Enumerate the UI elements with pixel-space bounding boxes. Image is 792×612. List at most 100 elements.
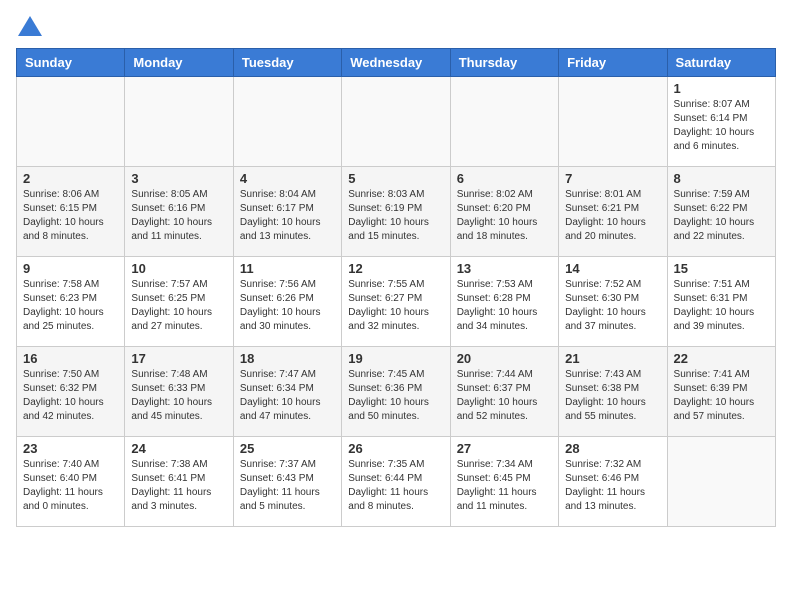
calendar-week-row: 16 Sunrise: 7:50 AM Sunset: 6:32 PM Dayli…: [17, 347, 776, 437]
calendar-cell: 10 Sunrise: 7:57 AM Sunset: 6:25 PM Dayli…: [125, 257, 233, 347]
day-info: Sunrise: 7:32 AM Sunset: 6:46 PM Dayligh…: [565, 458, 660, 514]
day-number: 21: [565, 351, 660, 366]
calendar-week-row: 9 Sunrise: 7:58 AM Sunset: 6:23 PM Daylig…: [17, 257, 776, 347]
day-info: Sunrise: 8:05 AM Sunset: 6:16 PM Dayligh…: [131, 188, 226, 244]
day-number: 16: [23, 351, 118, 366]
calendar-cell: 9 Sunrise: 7:58 AM Sunset: 6:23 PM Daylig…: [17, 257, 125, 347]
calendar-cell: 27 Sunrise: 7:34 AM Sunset: 6:45 PM Dayli…: [450, 437, 558, 527]
day-info: Sunrise: 7:48 AM Sunset: 6:33 PM Dayligh…: [131, 368, 226, 424]
day-number: 5: [348, 171, 443, 186]
day-info: Sunrise: 7:44 AM Sunset: 6:37 PM Dayligh…: [457, 368, 552, 424]
day-info: Sunrise: 8:01 AM Sunset: 6:21 PM Dayligh…: [565, 188, 660, 244]
logo-icon: [18, 16, 42, 36]
calendar-week-row: 1 Sunrise: 8:07 AM Sunset: 6:14 PM Daylig…: [17, 77, 776, 167]
calendar-cell: 24 Sunrise: 7:38 AM Sunset: 6:41 PM Dayli…: [125, 437, 233, 527]
day-info: Sunrise: 8:02 AM Sunset: 6:20 PM Dayligh…: [457, 188, 552, 244]
header-monday: Monday: [125, 49, 233, 77]
day-number: 2: [23, 171, 118, 186]
day-info: Sunrise: 7:34 AM Sunset: 6:45 PM Dayligh…: [457, 458, 552, 514]
calendar-cell: 16 Sunrise: 7:50 AM Sunset: 6:32 PM Dayli…: [17, 347, 125, 437]
day-number: 7: [565, 171, 660, 186]
day-info: Sunrise: 7:51 AM Sunset: 6:31 PM Dayligh…: [674, 278, 769, 334]
day-info: Sunrise: 7:57 AM Sunset: 6:25 PM Dayligh…: [131, 278, 226, 334]
day-number: 27: [457, 441, 552, 456]
day-info: Sunrise: 7:59 AM Sunset: 6:22 PM Dayligh…: [674, 188, 769, 244]
calendar-cell: 15 Sunrise: 7:51 AM Sunset: 6:31 PM Dayli…: [667, 257, 775, 347]
header-thursday: Thursday: [450, 49, 558, 77]
calendar-cell: 26 Sunrise: 7:35 AM Sunset: 6:44 PM Dayli…: [342, 437, 450, 527]
day-number: 24: [131, 441, 226, 456]
calendar-cell: [559, 77, 667, 167]
calendar-cell: [667, 437, 775, 527]
calendar-cell: 14 Sunrise: 7:52 AM Sunset: 6:30 PM Dayli…: [559, 257, 667, 347]
day-info: Sunrise: 8:03 AM Sunset: 6:19 PM Dayligh…: [348, 188, 443, 244]
day-info: Sunrise: 7:58 AM Sunset: 6:23 PM Dayligh…: [23, 278, 118, 334]
calendar-cell: 3 Sunrise: 8:05 AM Sunset: 6:16 PM Daylig…: [125, 167, 233, 257]
day-number: 15: [674, 261, 769, 276]
header-wednesday: Wednesday: [342, 49, 450, 77]
day-info: Sunrise: 8:07 AM Sunset: 6:14 PM Dayligh…: [674, 98, 769, 154]
day-info: Sunrise: 7:45 AM Sunset: 6:36 PM Dayligh…: [348, 368, 443, 424]
header-saturday: Saturday: [667, 49, 775, 77]
calendar-cell: 22 Sunrise: 7:41 AM Sunset: 6:39 PM Dayli…: [667, 347, 775, 437]
day-info: Sunrise: 7:41 AM Sunset: 6:39 PM Dayligh…: [674, 368, 769, 424]
page-header: [16, 16, 776, 36]
day-number: 12: [348, 261, 443, 276]
day-number: 19: [348, 351, 443, 366]
day-info: Sunrise: 7:47 AM Sunset: 6:34 PM Dayligh…: [240, 368, 335, 424]
day-number: 11: [240, 261, 335, 276]
calendar-cell: 28Sunrise: 7:32 AM Sunset: 6:46 PM Dayli…: [559, 437, 667, 527]
day-number: 14: [565, 261, 660, 276]
day-number: 4: [240, 171, 335, 186]
calendar-table: SundayMondayTuesdayWednesdayThursdayFrid…: [16, 48, 776, 527]
day-info: Sunrise: 7:37 AM Sunset: 6:43 PM Dayligh…: [240, 458, 335, 514]
day-info: Sunrise: 7:50 AM Sunset: 6:32 PM Dayligh…: [23, 368, 118, 424]
calendar-cell: [450, 77, 558, 167]
day-info: Sunrise: 8:06 AM Sunset: 6:15 PM Dayligh…: [23, 188, 118, 244]
calendar-cell: 6 Sunrise: 8:02 AM Sunset: 6:20 PM Daylig…: [450, 167, 558, 257]
day-info: Sunrise: 7:35 AM Sunset: 6:44 PM Dayligh…: [348, 458, 443, 514]
day-info: Sunrise: 7:40 AM Sunset: 6:40 PM Dayligh…: [23, 458, 118, 514]
calendar-cell: 25Sunrise: 7:37 AM Sunset: 6:43 PM Dayli…: [233, 437, 341, 527]
day-number: 18: [240, 351, 335, 366]
calendar-cell: 23 Sunrise: 7:40 AM Sunset: 6:40 PM Dayli…: [17, 437, 125, 527]
day-info: Sunrise: 7:53 AM Sunset: 6:28 PM Dayligh…: [457, 278, 552, 334]
day-number: 1: [674, 81, 769, 96]
day-number: 3: [131, 171, 226, 186]
header-tuesday: Tuesday: [233, 49, 341, 77]
calendar-cell: 19 Sunrise: 7:45 AM Sunset: 6:36 PM Dayli…: [342, 347, 450, 437]
calendar-week-row: 23 Sunrise: 7:40 AM Sunset: 6:40 PM Dayli…: [17, 437, 776, 527]
day-number: 26: [348, 441, 443, 456]
day-number: 10: [131, 261, 226, 276]
header-sunday: Sunday: [17, 49, 125, 77]
header-friday: Friday: [559, 49, 667, 77]
calendar-cell: 8 Sunrise: 7:59 AM Sunset: 6:22 PM Daylig…: [667, 167, 775, 257]
day-number: 13: [457, 261, 552, 276]
calendar-cell: [342, 77, 450, 167]
day-number: 20: [457, 351, 552, 366]
day-info: Sunrise: 8:04 AM Sunset: 6:17 PM Dayligh…: [240, 188, 335, 244]
calendar-cell: 1 Sunrise: 8:07 AM Sunset: 6:14 PM Daylig…: [667, 77, 775, 167]
calendar-cell: [125, 77, 233, 167]
calendar-cell: 13 Sunrise: 7:53 AM Sunset: 6:28 PM Dayli…: [450, 257, 558, 347]
calendar-cell: 12 Sunrise: 7:55 AM Sunset: 6:27 PM Dayli…: [342, 257, 450, 347]
day-info: Sunrise: 7:52 AM Sunset: 6:30 PM Dayligh…: [565, 278, 660, 334]
day-number: 17: [131, 351, 226, 366]
calendar-week-row: 2 Sunrise: 8:06 AM Sunset: 6:15 PM Daylig…: [17, 167, 776, 257]
day-info: Sunrise: 7:43 AM Sunset: 6:38 PM Dayligh…: [565, 368, 660, 424]
day-info: Sunrise: 7:55 AM Sunset: 6:27 PM Dayligh…: [348, 278, 443, 334]
calendar-cell: 21 Sunrise: 7:43 AM Sunset: 6:38 PM Dayli…: [559, 347, 667, 437]
calendar-cell: [17, 77, 125, 167]
calendar-cell: 2 Sunrise: 8:06 AM Sunset: 6:15 PM Daylig…: [17, 167, 125, 257]
calendar-cell: 7 Sunrise: 8:01 AM Sunset: 6:21 PM Daylig…: [559, 167, 667, 257]
calendar-cell: 18 Sunrise: 7:47 AM Sunset: 6:34 PM Dayli…: [233, 347, 341, 437]
day-number: 8: [674, 171, 769, 186]
day-number: 6: [457, 171, 552, 186]
calendar-cell: [233, 77, 341, 167]
logo: [16, 16, 44, 36]
day-number: 9: [23, 261, 118, 276]
calendar-cell: 4 Sunrise: 8:04 AM Sunset: 6:17 PM Daylig…: [233, 167, 341, 257]
day-info: Sunrise: 7:38 AM Sunset: 6:41 PM Dayligh…: [131, 458, 226, 514]
day-number: 22: [674, 351, 769, 366]
day-number: 23: [23, 441, 118, 456]
